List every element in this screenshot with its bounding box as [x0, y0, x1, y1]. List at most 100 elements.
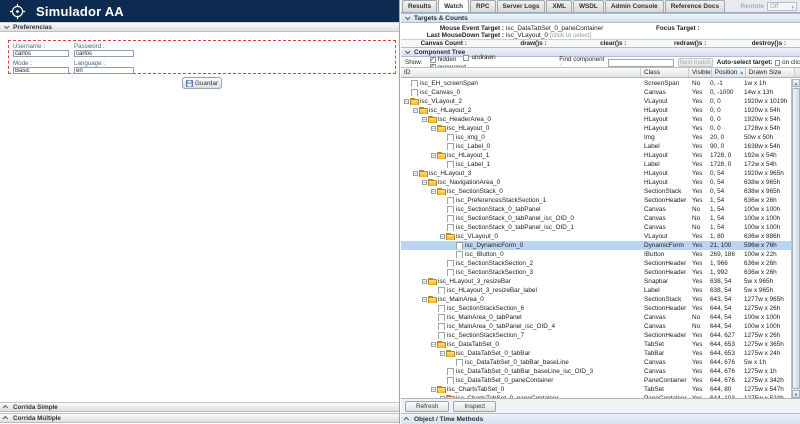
tree-row-isc_EH_screenSpan[interactable]: isc_EH_screenSpanScreenSpanNo0, -11w x 1…	[401, 79, 800, 88]
collapse-expander-icon[interactable]: −	[439, 350, 446, 357]
tree-row-isc_DataTabSet_0[interactable]: −isc_DataTabSet_0TabSetYes644, 6531275w …	[401, 340, 800, 349]
tab-watch[interactable]: Watch	[438, 0, 469, 12]
count-label: draw()s :	[481, 40, 561, 47]
tree-row-isc_PreferencesStackSection_1[interactable]: isc_PreferencesStackSection_1SectionHead…	[401, 196, 800, 205]
last-mousedown-value[interactable]: isc_VLayout_0	[506, 32, 548, 39]
section-corrida-multiple[interactable]: Corrida Múltiple	[0, 413, 399, 423]
tree-row-isc_MainArea_0[interactable]: −isc_MainArea_0SectionStackYes643, 54127…	[401, 295, 800, 304]
column-header-position[interactable]: Position▲	[712, 68, 746, 77]
column-header-drawn-size[interactable]: Drawn Size	[746, 68, 795, 77]
tree-row-isc_SectionStackSection_2[interactable]: isc_SectionStackSection_2SectionHeaderYe…	[401, 259, 800, 268]
tree-row-isc_MainArea_0_tabPanel[interactable]: isc_MainArea_0_tabPanelCanvasNo644, 5410…	[401, 313, 800, 322]
show-undrawn-checkbox[interactable]: undrawn	[463, 54, 495, 61]
on-click-checkbox[interactable]: on clic	[775, 59, 800, 66]
tree-row-isc_MainArea_0_tabPanel_isc_OID_4[interactable]: isc_MainArea_0_tabPanel_isc_OID_4CanvasN…	[401, 322, 800, 331]
collapse-expander-icon[interactable]: −	[430, 188, 437, 195]
inspect-button[interactable]: Inspect	[453, 401, 496, 412]
tree-row-isc_SectionStack_0_tabPanel_isc_OID_0[interactable]: isc_SectionStack_0_tabPanel_isc_OID_0Can…	[401, 214, 800, 223]
tree-row-isc_Label_1[interactable]: isc_Label_1LabelYes1728, 0172w x 54h	[401, 160, 800, 169]
tree-row-isc_SectionStack_0_tabPanel_isc_OID_1[interactable]: isc_SectionStack_0_tabPanel_isc_OID_1Can…	[401, 223, 800, 232]
tab-wsdl[interactable]: WSDL	[573, 0, 604, 12]
tree-row-isc_DynamicForm_0[interactable]: isc_DynamicForm_0DynamicFormYes21, 10059…	[401, 241, 800, 250]
scroll-down-icon[interactable]: ▼	[792, 390, 800, 398]
component-id: isc_DataTabSet_0_tabBar	[456, 350, 530, 357]
section-corrida-simple[interactable]: Corrida Simple	[0, 402, 399, 412]
tree-row-isc_SectionStackSection_7[interactable]: isc_SectionStackSection_7SectionHeaderYe…	[401, 331, 800, 340]
tree-row-isc_IButton_0[interactable]: isc_IButton_0IButtonYes269, 186100w x 22…	[401, 250, 800, 259]
tree-row-isc_HeaderArea_0[interactable]: −isc_HeaderArea_0HLayoutYes0, 01920w x 5…	[401, 115, 800, 124]
component-id: isc_ChartsTabSet_0	[447, 386, 504, 393]
file-icon	[446, 224, 454, 231]
tree-row-isc_Canvas_0[interactable]: isc_Canvas_0CanvasYes0, -100014w x 13h	[401, 88, 800, 97]
language-input[interactable]	[74, 67, 134, 74]
show-hidden-checkbox[interactable]: ✓hidden	[430, 56, 457, 63]
cell-class: Snapbar	[641, 278, 689, 285]
tree-row-isc_VLayout_0[interactable]: −isc_VLayout_0VLayoutYes1, 80636w x 886h	[401, 232, 800, 241]
save-button[interactable]: Guardar	[182, 77, 222, 89]
cell-class: Canvas	[641, 314, 689, 321]
cell-class: Canvas	[641, 206, 689, 213]
refresh-button[interactable]: Refresh	[405, 401, 449, 412]
cell-position: 644, 54	[707, 314, 741, 321]
remote-dropdown[interactable]: Off ▼	[767, 2, 797, 11]
collapse-expander-icon[interactable]: −	[430, 341, 437, 348]
folder-icon	[437, 125, 445, 132]
click-to-select-hint[interactable]: [click to select]	[550, 32, 592, 39]
file-icon	[446, 161, 454, 168]
preferences-section-header[interactable]: Preferencias	[0, 22, 399, 32]
collapse-expander-icon[interactable]: −	[430, 152, 437, 159]
vertical-scrollbar[interactable]: ▲ ▼	[791, 79, 800, 398]
tree-row-isc_DataTabSet_0_paneContainer[interactable]: isc_DataTabSet_0_paneContainerPaneContai…	[401, 376, 800, 385]
object-time-methods-header[interactable]: Object / Time Methods	[401, 413, 800, 424]
tree-row-isc_HLayout_3_resizeBar[interactable]: −isc_HLayout_3_resizeBarSnapbarYes638, 5…	[401, 277, 800, 286]
tree-row-isc_DataTabSet_0_tabBar_baseLine[interactable]: isc_DataTabSet_0_tabBar_baseLineCanvasYe…	[401, 358, 800, 367]
collapse-expander-icon[interactable]: −	[430, 386, 437, 393]
collapse-expander-icon[interactable]: −	[439, 233, 446, 240]
tab-server-logs[interactable]: Server Logs	[497, 0, 546, 12]
tree-row-isc_SectionStackSection_3[interactable]: isc_SectionStackSection_3SectionHeaderYe…	[401, 268, 800, 277]
tree-row-isc_SectionStackSection_6[interactable]: isc_SectionStackSection_6SectionHeaderYe…	[401, 304, 800, 313]
tree-row-isc_HLayout_0[interactable]: −isc_HLayout_0HLayoutYes0, 01728w x 54h	[401, 124, 800, 133]
username-input[interactable]	[13, 50, 69, 57]
tab-xml[interactable]: XML	[546, 0, 572, 12]
collapse-expander-icon[interactable]: −	[412, 107, 419, 114]
tree-row-isc_SectionStack_0_tabPanel[interactable]: isc_SectionStack_0_tabPanelCanvasNo1, 54…	[401, 205, 800, 214]
collapse-expander-icon[interactable]: −	[421, 116, 428, 123]
collapse-expander-icon[interactable]: −	[403, 98, 410, 105]
tree-row-isc_VLayout_2[interactable]: −isc_VLayout_2VLayoutYes0, 01920w x 1019…	[401, 97, 800, 106]
tree-row-isc_DataTabSet_0_tabBar[interactable]: −isc_DataTabSet_0_tabBarTabBarYes644, 65…	[401, 349, 800, 358]
column-header-id[interactable]: ID	[401, 68, 641, 77]
scrollbar-thumb[interactable]	[792, 88, 800, 389]
next-match-button[interactable]: Next match	[678, 58, 713, 67]
tree-row-isc_NavigationArea_0[interactable]: −isc_NavigationArea_0HLayoutYes0, 54638w…	[401, 178, 800, 187]
expander-spacer	[448, 251, 455, 258]
tree-row-isc_HLayout_3_resizeBar_label[interactable]: isc_HLayout_3_resizeBar_labelLabelYes638…	[401, 286, 800, 295]
collapse-expander-icon[interactable]: −	[421, 278, 428, 285]
tab-admin-console[interactable]: Admin Console	[605, 0, 664, 12]
mode-input[interactable]	[13, 67, 69, 74]
scroll-up-icon[interactable]: ▲	[792, 79, 800, 87]
tab-rpc[interactable]: RPC	[470, 0, 496, 12]
column-header-visible[interactable]: Visible	[689, 68, 712, 77]
password-input[interactable]	[74, 50, 134, 57]
tab-results[interactable]: Results	[402, 0, 437, 12]
tree-row-isc_DataTabSet_0_tabBar_baseLine_isc_OID_3[interactable]: isc_DataTabSet_0_tabBar_baseLine_isc_OID…	[401, 367, 800, 376]
tree-row-isc_HLayout_2[interactable]: −isc_HLayout_2HLayoutYes0, 01920w x 54h	[401, 106, 800, 115]
find-component-input[interactable]	[608, 59, 674, 67]
mouse-event-target-value[interactable]: isc_DataTabSet_0_paneContainer	[506, 25, 603, 32]
column-header-class[interactable]: Class	[641, 68, 689, 77]
collapse-expander-icon[interactable]: −	[421, 179, 428, 186]
collapse-expander-icon[interactable]: −	[430, 125, 437, 132]
tab-reference-docs[interactable]: Reference Docs	[665, 0, 725, 12]
tree-row-isc_Label_0[interactable]: isc_Label_0LabelYes90, 01638w x 54h	[401, 142, 800, 151]
tree-row-isc_SectionStack_0[interactable]: −isc_SectionStack_0SectionStackYes0, 546…	[401, 187, 800, 196]
tree-row-isc_HLayout_3[interactable]: −isc_HLayout_3HLayoutYes0, 541920w x 965…	[401, 169, 800, 178]
collapse-expander-icon[interactable]: −	[421, 296, 428, 303]
cell-visible: Yes	[689, 89, 707, 96]
targets-counts-header[interactable]: Targets & Counts	[401, 13, 800, 23]
tree-row-isc_HLayout_1[interactable]: −isc_HLayout_1HLayoutYes1728, 0192w x 54…	[401, 151, 800, 160]
file-icon	[446, 377, 454, 384]
collapse-expander-icon[interactable]: −	[412, 170, 419, 177]
tree-row-isc_img_0[interactable]: isc_img_0ImgYes20, 050w x 50h	[401, 133, 800, 142]
tree-row-isc_ChartsTabSet_0[interactable]: −isc_ChartsTabSet_0TabSetYes644, 801275w…	[401, 385, 800, 394]
